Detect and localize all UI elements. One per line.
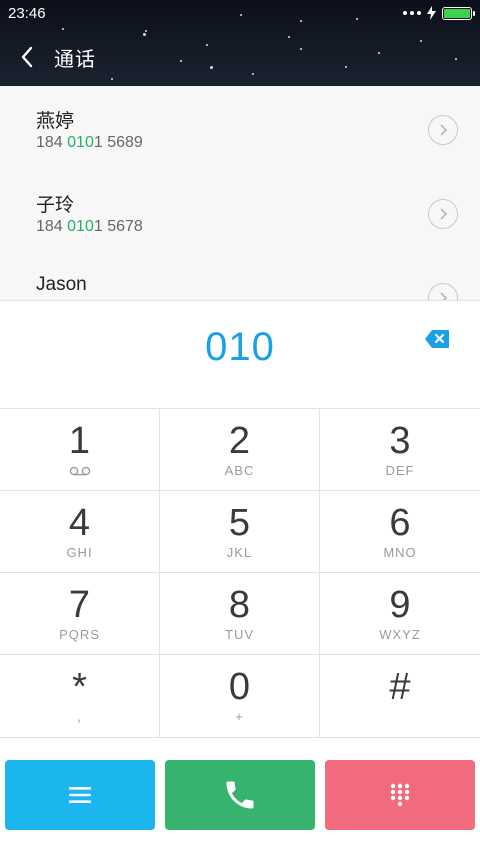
- search-results[interactable]: 燕婷 184 0101 5689 子玲 184 0101 5678 Jason: [0, 86, 480, 300]
- key-digit: 9: [389, 584, 411, 626]
- contact-result[interactable]: 燕婷 184 0101 5689: [0, 86, 480, 170]
- key-digit: 5: [228, 502, 251, 544]
- backspace-icon[interactable]: [424, 329, 450, 349]
- key-letters: GHI: [66, 545, 93, 560]
- contact-name: 燕婷: [36, 111, 75, 132]
- key-letters: ,: [77, 709, 82, 724]
- key-letters: ABC: [224, 463, 255, 478]
- contact-number: 184 0101 5689: [36, 134, 143, 151]
- key-digit: 4: [68, 502, 91, 544]
- nav-bar: 通话: [0, 32, 480, 82]
- key-3[interactable]: 3 DEF: [320, 409, 480, 491]
- key-digit: 3: [389, 420, 411, 462]
- dialpad-toggle-button[interactable]: [325, 760, 475, 830]
- key-letters: DEF: [385, 463, 415, 478]
- contact-result[interactable]: Jason: [0, 254, 480, 300]
- key-digit: 6: [389, 502, 411, 544]
- key-7[interactable]: 7 PQRS: [0, 573, 160, 655]
- key-9[interactable]: 9 WXYZ: [320, 573, 480, 655]
- key-digit: 8: [228, 584, 251, 626]
- matched-digits: 010: [67, 218, 94, 235]
- battery-icon: [442, 6, 475, 20]
- dialed-number: 010: [205, 325, 275, 369]
- key-letters: JKL: [226, 545, 253, 560]
- chevron-right-icon: [440, 208, 448, 220]
- key-star[interactable]: * ,: [0, 655, 160, 738]
- key-8[interactable]: 8 TUV: [160, 573, 320, 655]
- key-letters: +: [235, 709, 244, 724]
- contact-name: 子玲: [36, 195, 75, 216]
- status-time: 23:46: [8, 4, 46, 22]
- more-notifications-icon: [403, 11, 421, 15]
- chevron-left-icon: [21, 46, 33, 68]
- key-hash[interactable]: #: [320, 655, 480, 738]
- key-letters: PQRS: [59, 627, 100, 642]
- page-title: 通话: [54, 48, 96, 71]
- key-4[interactable]: 4 GHI: [0, 491, 160, 573]
- key-2[interactable]: 2 ABC: [160, 409, 320, 491]
- key-digit: #: [389, 666, 411, 708]
- key-digit: 1: [68, 420, 91, 462]
- chevron-right-icon: [440, 124, 448, 136]
- menu-button[interactable]: [5, 760, 155, 830]
- voicemail-icon: [69, 463, 91, 479]
- contact-number: 184 0101 5678: [36, 218, 143, 235]
- status-bar: 23:46: [0, 0, 480, 26]
- top-bar: 23:46 通话: [0, 0, 480, 86]
- contact-detail-button[interactable]: [428, 283, 458, 300]
- matched-digits: 010: [67, 134, 94, 151]
- dial-entry: 010: [0, 300, 480, 409]
- action-bar: [0, 738, 480, 853]
- back-button[interactable]: [0, 32, 54, 82]
- phone-icon: [226, 781, 254, 809]
- call-button[interactable]: [165, 760, 315, 830]
- contact-name: Jason: [36, 274, 87, 295]
- key-letters: MNO: [383, 545, 417, 560]
- charging-icon: [427, 6, 436, 20]
- chevron-right-icon: [440, 292, 448, 300]
- key-1[interactable]: 1: [0, 409, 160, 491]
- status-icons: [403, 6, 475, 20]
- key-digit: 7: [68, 584, 91, 626]
- key-0[interactable]: 0 +: [160, 655, 320, 738]
- dialpad-icon: [390, 783, 410, 807]
- menu-icon: [69, 787, 91, 803]
- contact-detail-button[interactable]: [428, 115, 458, 145]
- key-digit: *: [72, 666, 87, 708]
- key-letters: WXYZ: [379, 627, 421, 642]
- dial-pad: 1 2 ABC 3 DEF 4 GHI 5 JKL 6 MNO 7 PQRS 8…: [0, 409, 480, 738]
- key-5[interactable]: 5 JKL: [160, 491, 320, 573]
- contact-detail-button[interactable]: [428, 199, 458, 229]
- key-letters: TUV: [225, 627, 254, 642]
- key-digit: 2: [228, 420, 251, 462]
- contact-result[interactable]: 子玲 184 0101 5678: [0, 170, 480, 254]
- key-6[interactable]: 6 MNO: [320, 491, 480, 573]
- key-digit: 0: [228, 666, 251, 708]
